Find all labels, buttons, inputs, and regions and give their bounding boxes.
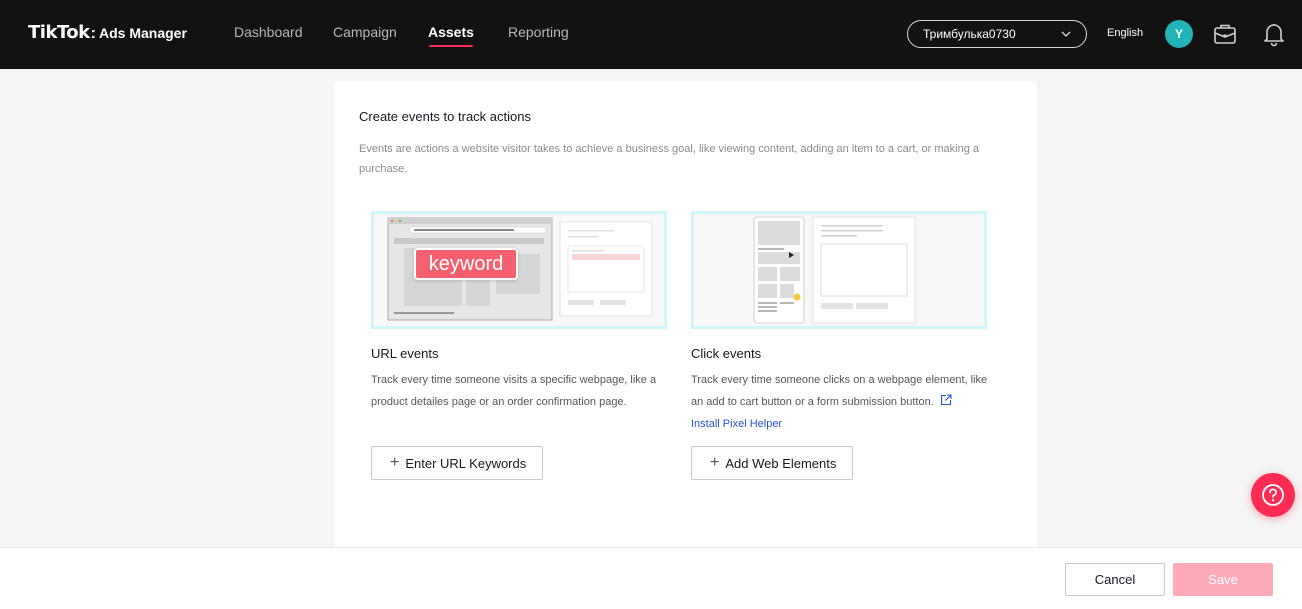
logo-main: TikTok <box>28 22 90 43</box>
account-selector[interactable]: Тримбулька0730 <box>907 20 1087 48</box>
click-events-section: Click events Track every time someone cl… <box>691 211 987 435</box>
url-events-illustration: keyword <box>371 211 667 329</box>
enter-url-keywords-button[interactable]: + Enter URL Keywords <box>371 446 544 480</box>
top-nav: TikTok : Ads Manager Dashboard Campaign … <box>0 0 1302 69</box>
url-events-section: keyword URL events Track every time some… <box>371 211 667 413</box>
plus-icon: + <box>390 454 400 471</box>
footer-bar: Cancel Save <box>0 548 1302 609</box>
click-events-description: Track every time someone clicks on a web… <box>691 369 991 435</box>
save-button[interactable]: Save <box>1173 563 1273 596</box>
create-events-card: Create events to track actions Events ar… <box>335 81 1037 551</box>
active-tab-indicator <box>429 45 473 47</box>
click-events-illustration <box>691 211 987 329</box>
chevron-down-icon <box>1061 31 1071 37</box>
tab-assets[interactable]: Assets <box>428 24 474 47</box>
url-events-description: Track every time someone visits a specif… <box>371 374 657 408</box>
avatar[interactable]: Y <box>1165 20 1193 48</box>
install-pixel-helper-link[interactable]: Install Pixel Helper <box>691 418 782 430</box>
click-events-title: Click events <box>691 346 762 361</box>
page-description: Events are actions a website visitor tak… <box>359 143 979 175</box>
external-link-icon[interactable] <box>940 394 952 406</box>
cancel-button[interactable]: Cancel <box>1065 563 1165 596</box>
briefcase-icon[interactable] <box>1212 21 1238 47</box>
account-name: Тримбулька0730 <box>923 27 1016 41</box>
keyword-highlight-tag: keyword <box>414 248 518 280</box>
question-icon <box>1262 484 1284 506</box>
language-selector[interactable]: English <box>1107 27 1143 39</box>
bell-icon[interactable] <box>1261 21 1287 47</box>
add-web-elements-button[interactable]: + Add Web Elements <box>691 446 854 480</box>
logo-separator: : <box>90 25 96 42</box>
enter-url-keywords-label: Enter URL Keywords <box>405 455 527 471</box>
tab-reporting[interactable]: Reporting <box>508 24 569 40</box>
tab-assets-label: Assets <box>428 24 474 40</box>
plus-icon: + <box>710 454 720 471</box>
page-title: Create events to track actions <box>359 109 531 124</box>
help-button[interactable] <box>1251 473 1295 517</box>
url-events-title: URL events <box>371 346 439 361</box>
tab-dashboard[interactable]: Dashboard <box>234 24 303 40</box>
add-web-elements-label: Add Web Elements <box>725 455 837 471</box>
logo-sub: Ads Manager <box>98 25 187 41</box>
mobile-desktop-illustration <box>753 216 916 324</box>
tab-campaign[interactable]: Campaign <box>333 24 397 40</box>
tiktok-ads-manager-logo[interactable]: TikTok : Ads Manager <box>28 22 187 43</box>
